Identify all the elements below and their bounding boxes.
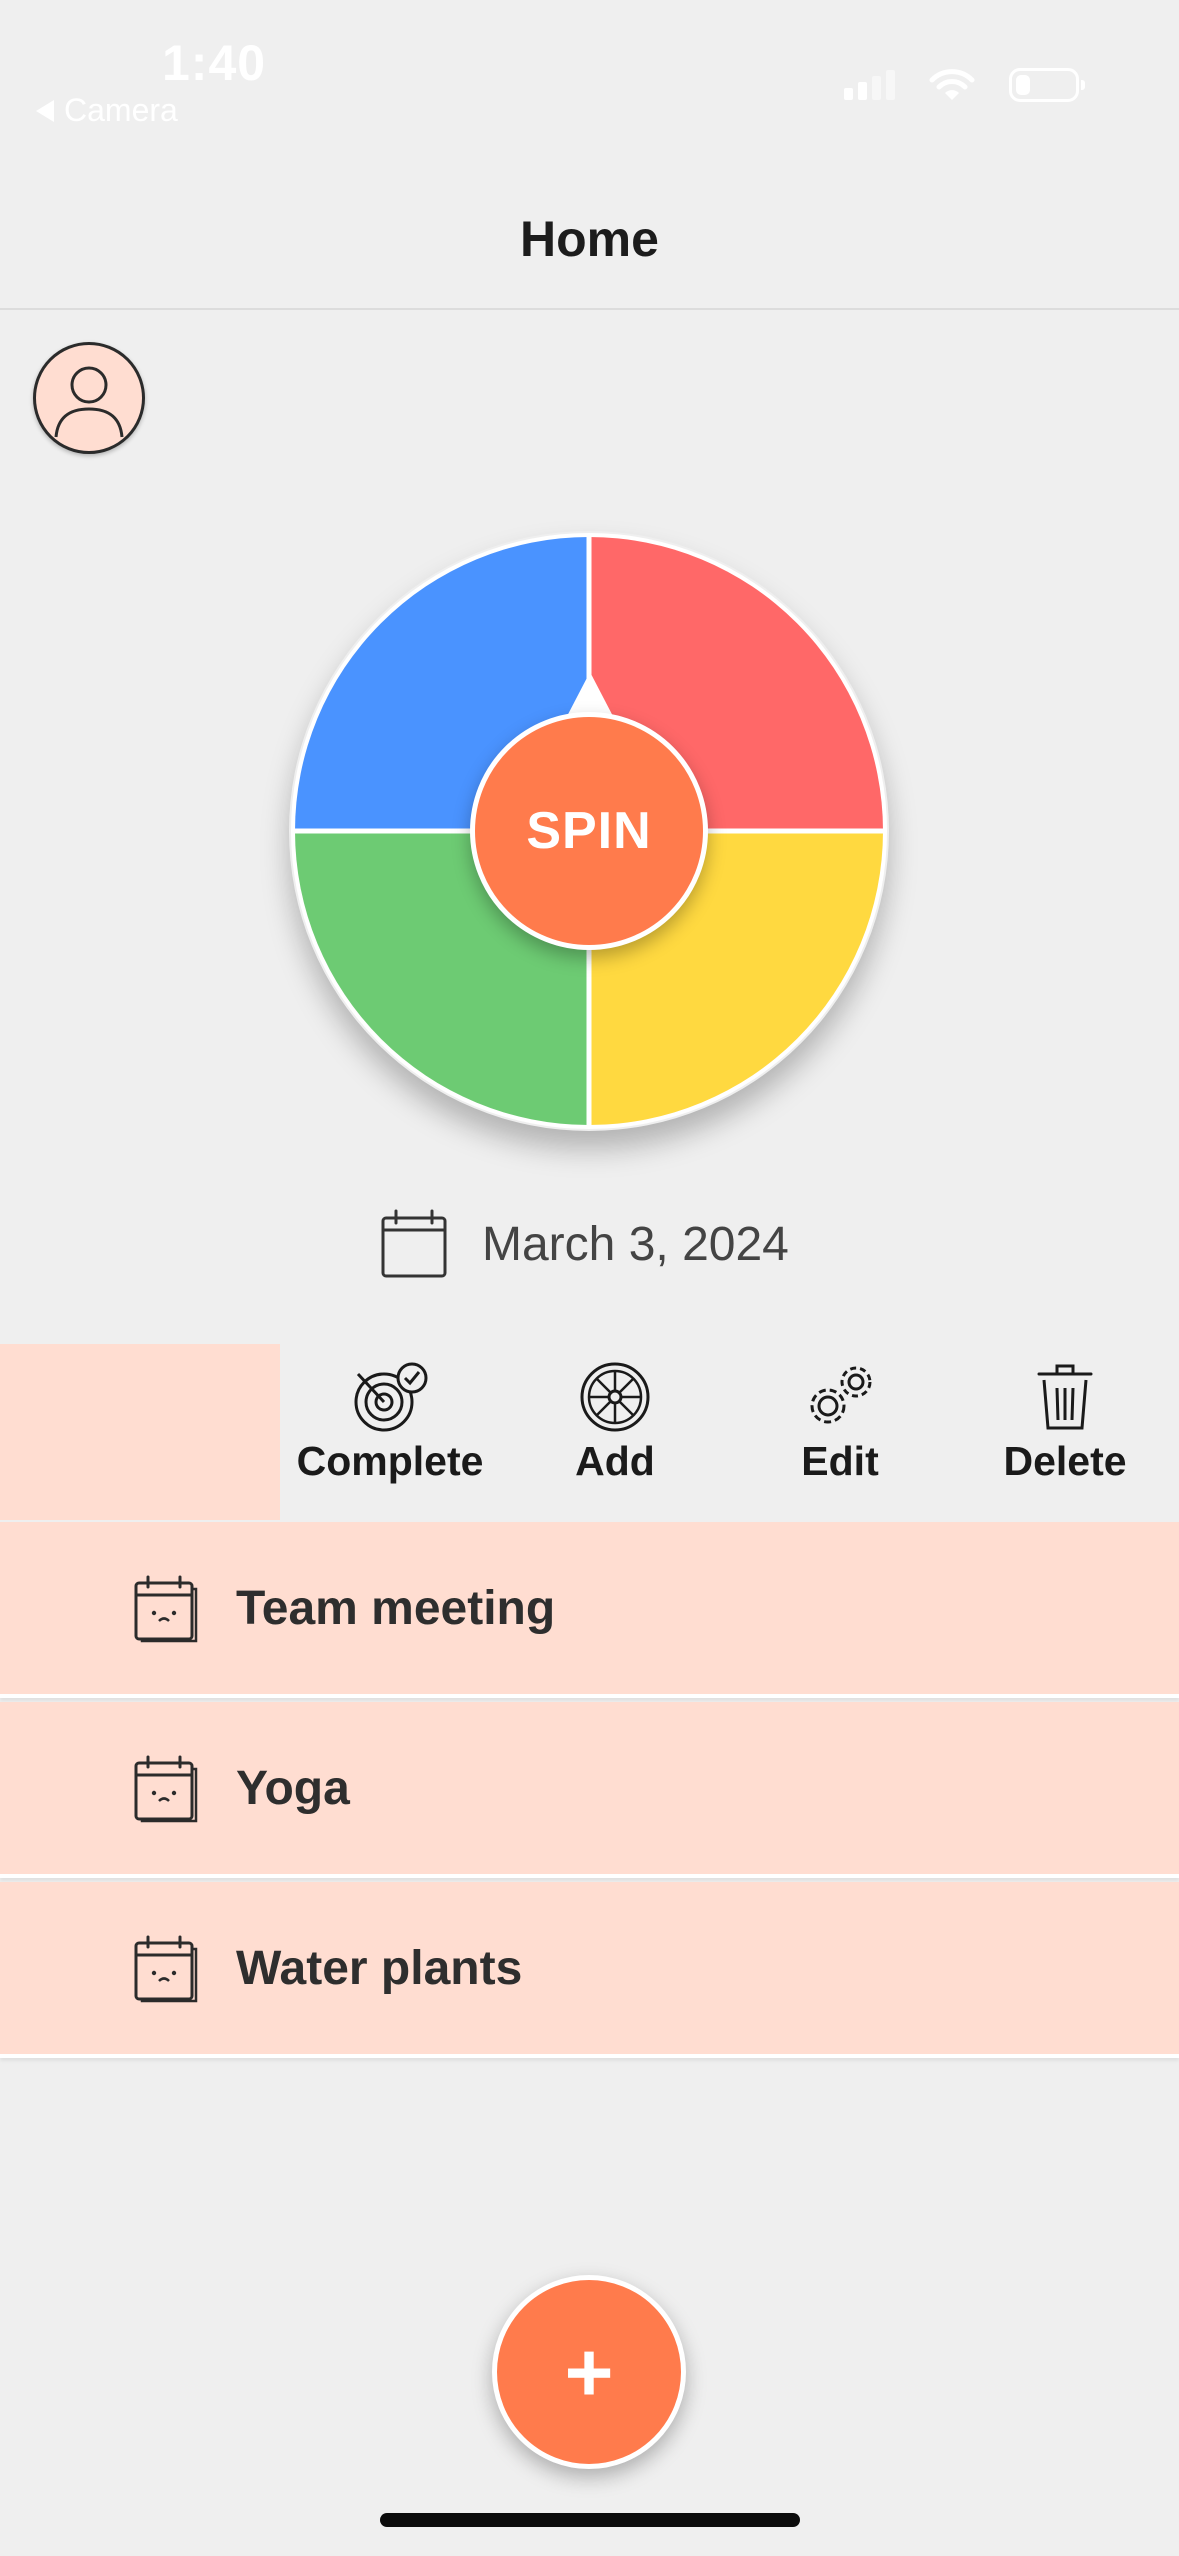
spin-button[interactable]: SPIN (470, 712, 708, 950)
task-list: Team meeting Yoga Water plants (0, 1522, 1179, 2062)
gears-icon (810, 1366, 872, 1424)
date-text: March 3, 2024 (482, 1217, 789, 1271)
wifi-icon (929, 69, 975, 100)
complete-action-button[interactable]: Complete (280, 1360, 500, 1485)
wheel-icon (580, 1362, 650, 1432)
calendar-icon (381, 1209, 447, 1278)
profile-avatar-button[interactable] (33, 342, 145, 454)
edit-label: Edit (801, 1438, 879, 1484)
target-check-icon (354, 1362, 428, 1432)
back-to-camera-link[interactable]: Camera (36, 92, 178, 129)
task-name: Team meeting (236, 1581, 556, 1635)
add-label: Add (575, 1438, 655, 1484)
status-indicators (844, 68, 1085, 102)
edit-action-button[interactable]: Edit (730, 1360, 950, 1485)
home-indicator[interactable] (380, 2513, 800, 2527)
calendar-face-icon (134, 1575, 198, 1643)
task-row-water-plants[interactable]: Water plants (0, 1882, 1179, 2058)
calendar-face-icon (134, 1935, 198, 2003)
delete-label: Delete (1003, 1438, 1127, 1484)
trash-icon (1037, 1364, 1093, 1430)
page-title: Home (520, 211, 659, 267)
user-icon (54, 366, 124, 438)
back-arrow-icon (36, 99, 54, 122)
task-row-team-meeting[interactable]: Team meeting (0, 1522, 1179, 1698)
battery-icon (1009, 68, 1085, 102)
delete-action-button[interactable]: Delete (955, 1360, 1175, 1485)
task-name: Water plants (236, 1941, 523, 1995)
complete-label: Complete (296, 1438, 484, 1484)
back-label: Camera (64, 92, 178, 128)
status-time: 1:40 (162, 35, 267, 91)
swiped-row-remnant (0, 1344, 280, 1520)
cellular-signal-icon (844, 70, 895, 100)
task-row-yoga[interactable]: Yoga (0, 1702, 1179, 1878)
add-action-button[interactable]: Add (505, 1360, 725, 1485)
nav-divider (0, 308, 1179, 310)
date-display[interactable]: March 3, 2024 (380, 1208, 789, 1280)
add-task-fab[interactable]: + (492, 2275, 686, 2469)
calendar-face-icon (134, 1755, 198, 1823)
task-name: Yoga (236, 1761, 350, 1815)
